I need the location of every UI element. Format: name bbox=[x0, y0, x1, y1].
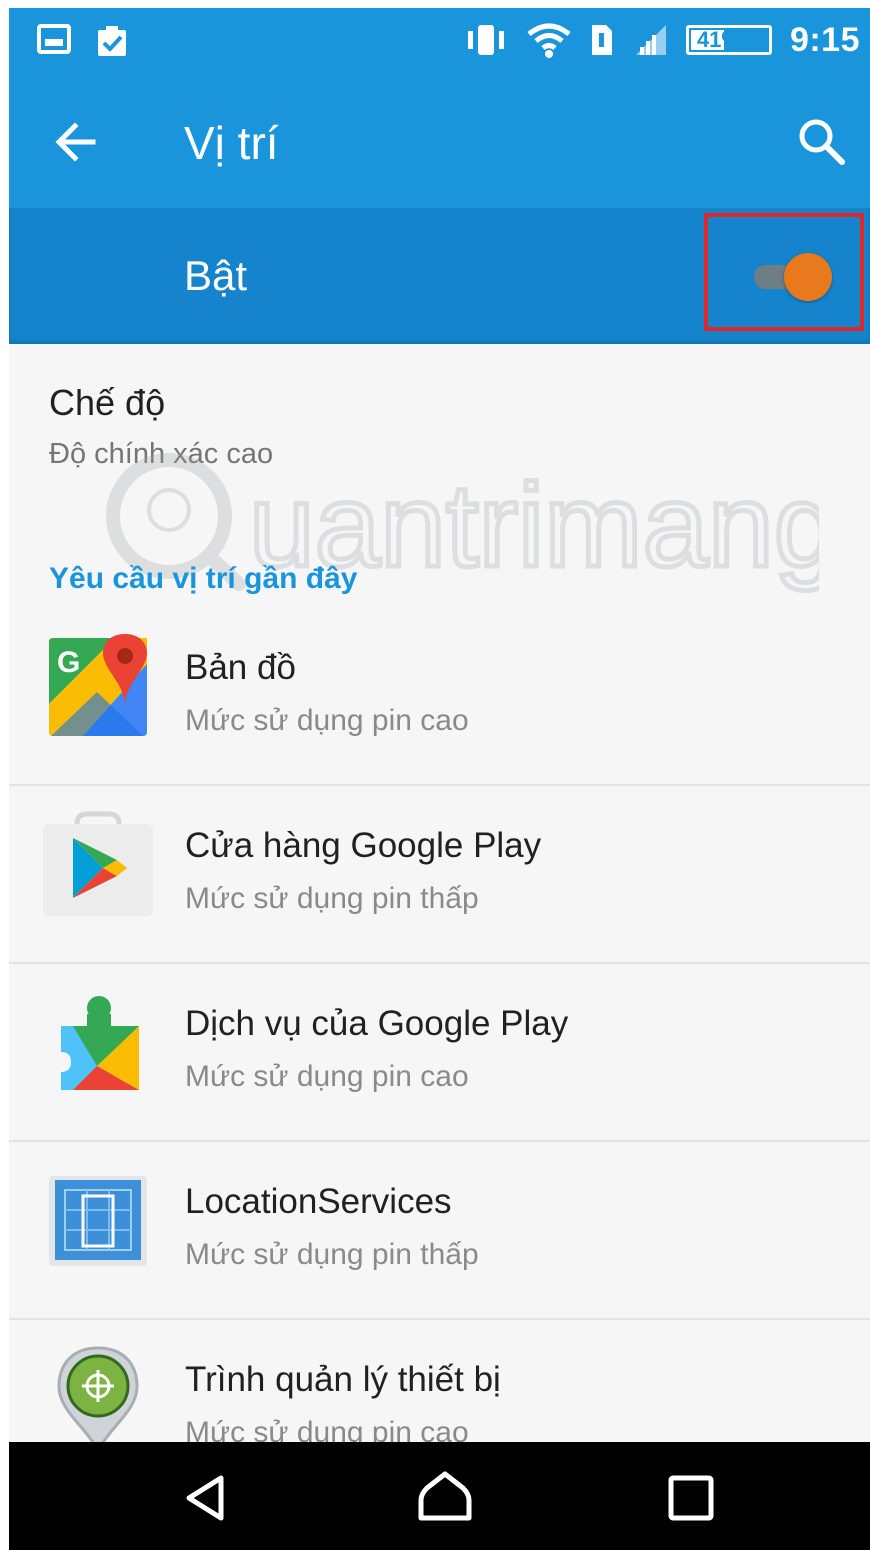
screen: 41% + 9:15 Vị trí Bật Chế độ Độ chính xá… bbox=[9, 8, 870, 1550]
clipboard-check-icon bbox=[98, 26, 126, 56]
google-maps-icon: G bbox=[49, 634, 147, 736]
nav-back-icon[interactable] bbox=[177, 1468, 237, 1528]
location-switch-bar[interactable]: Bật bbox=[9, 208, 870, 344]
recent-requests-list: G Bản đồ Mức sử dụng pin cao Cửa hàng Go… bbox=[9, 608, 870, 1496]
google-play-store-icon bbox=[43, 811, 153, 916]
switch-label: Bật bbox=[184, 252, 248, 299]
location-toggle[interactable] bbox=[750, 253, 832, 301]
arrow-left-icon[interactable] bbox=[49, 112, 109, 172]
mode-value: Độ chính xác cao bbox=[49, 438, 274, 470]
nav-recents-icon[interactable] bbox=[661, 1468, 721, 1528]
list-item[interactable]: Dịch vụ của Google Play Mức sử dụng pin … bbox=[9, 964, 870, 1142]
app-toolbar: Vị trí bbox=[9, 72, 870, 208]
signal-icon bbox=[635, 25, 666, 55]
battery-level: 41% bbox=[696, 27, 741, 52]
google-play-services-icon bbox=[61, 996, 139, 1090]
svg-text:G: G bbox=[57, 646, 80, 679]
mode-title: Chế độ bbox=[49, 382, 166, 423]
battery-charging-icon: 41% + bbox=[685, 25, 772, 55]
app-battery-usage: Mức sử dụng pin thấp bbox=[185, 882, 479, 915]
device-manager-icon bbox=[57, 1346, 139, 1453]
page-title: Vị trí bbox=[184, 117, 279, 169]
app-battery-usage: Mức sử dụng pin thấp bbox=[185, 1238, 479, 1271]
location-services-icon bbox=[49, 1176, 147, 1266]
app-name: Dịch vụ của Google Play bbox=[185, 1004, 569, 1043]
list-item[interactable]: G Bản đồ Mức sử dụng pin cao bbox=[9, 608, 870, 786]
app-battery-usage: Mức sử dụng pin cao bbox=[185, 704, 469, 737]
nav-home-icon[interactable] bbox=[415, 1468, 475, 1528]
clock: 9:15 bbox=[789, 20, 860, 59]
app-name: Trình quản lý thiết bị bbox=[185, 1360, 501, 1399]
mode-setting[interactable]: Chế độ Độ chính xác cao bbox=[49, 382, 273, 471]
navigation-bar bbox=[9, 1442, 870, 1550]
app-name: Cửa hàng Google Play bbox=[185, 826, 542, 865]
status-bar: 41% + 9:15 bbox=[9, 8, 870, 72]
recent-requests-header: Yêu cầu vị trí gần đây bbox=[49, 562, 358, 595]
search-icon[interactable] bbox=[794, 114, 850, 170]
vibrate-icon bbox=[467, 25, 504, 55]
list-item[interactable]: Cửa hàng Google Play Mức sử dụng pin thấ… bbox=[9, 786, 870, 964]
list-item[interactable]: LocationServices Mức sử dụng pin thấp bbox=[9, 1142, 870, 1320]
app-name: Bản đồ bbox=[185, 648, 296, 687]
toggle-thumb bbox=[784, 253, 832, 301]
wifi-icon bbox=[527, 23, 571, 58]
sim-icon bbox=[591, 25, 612, 55]
app-name: LocationServices bbox=[185, 1182, 452, 1221]
gallery-icon bbox=[37, 24, 71, 54]
app-battery-usage: Mức sử dụng pin cao bbox=[185, 1060, 469, 1093]
